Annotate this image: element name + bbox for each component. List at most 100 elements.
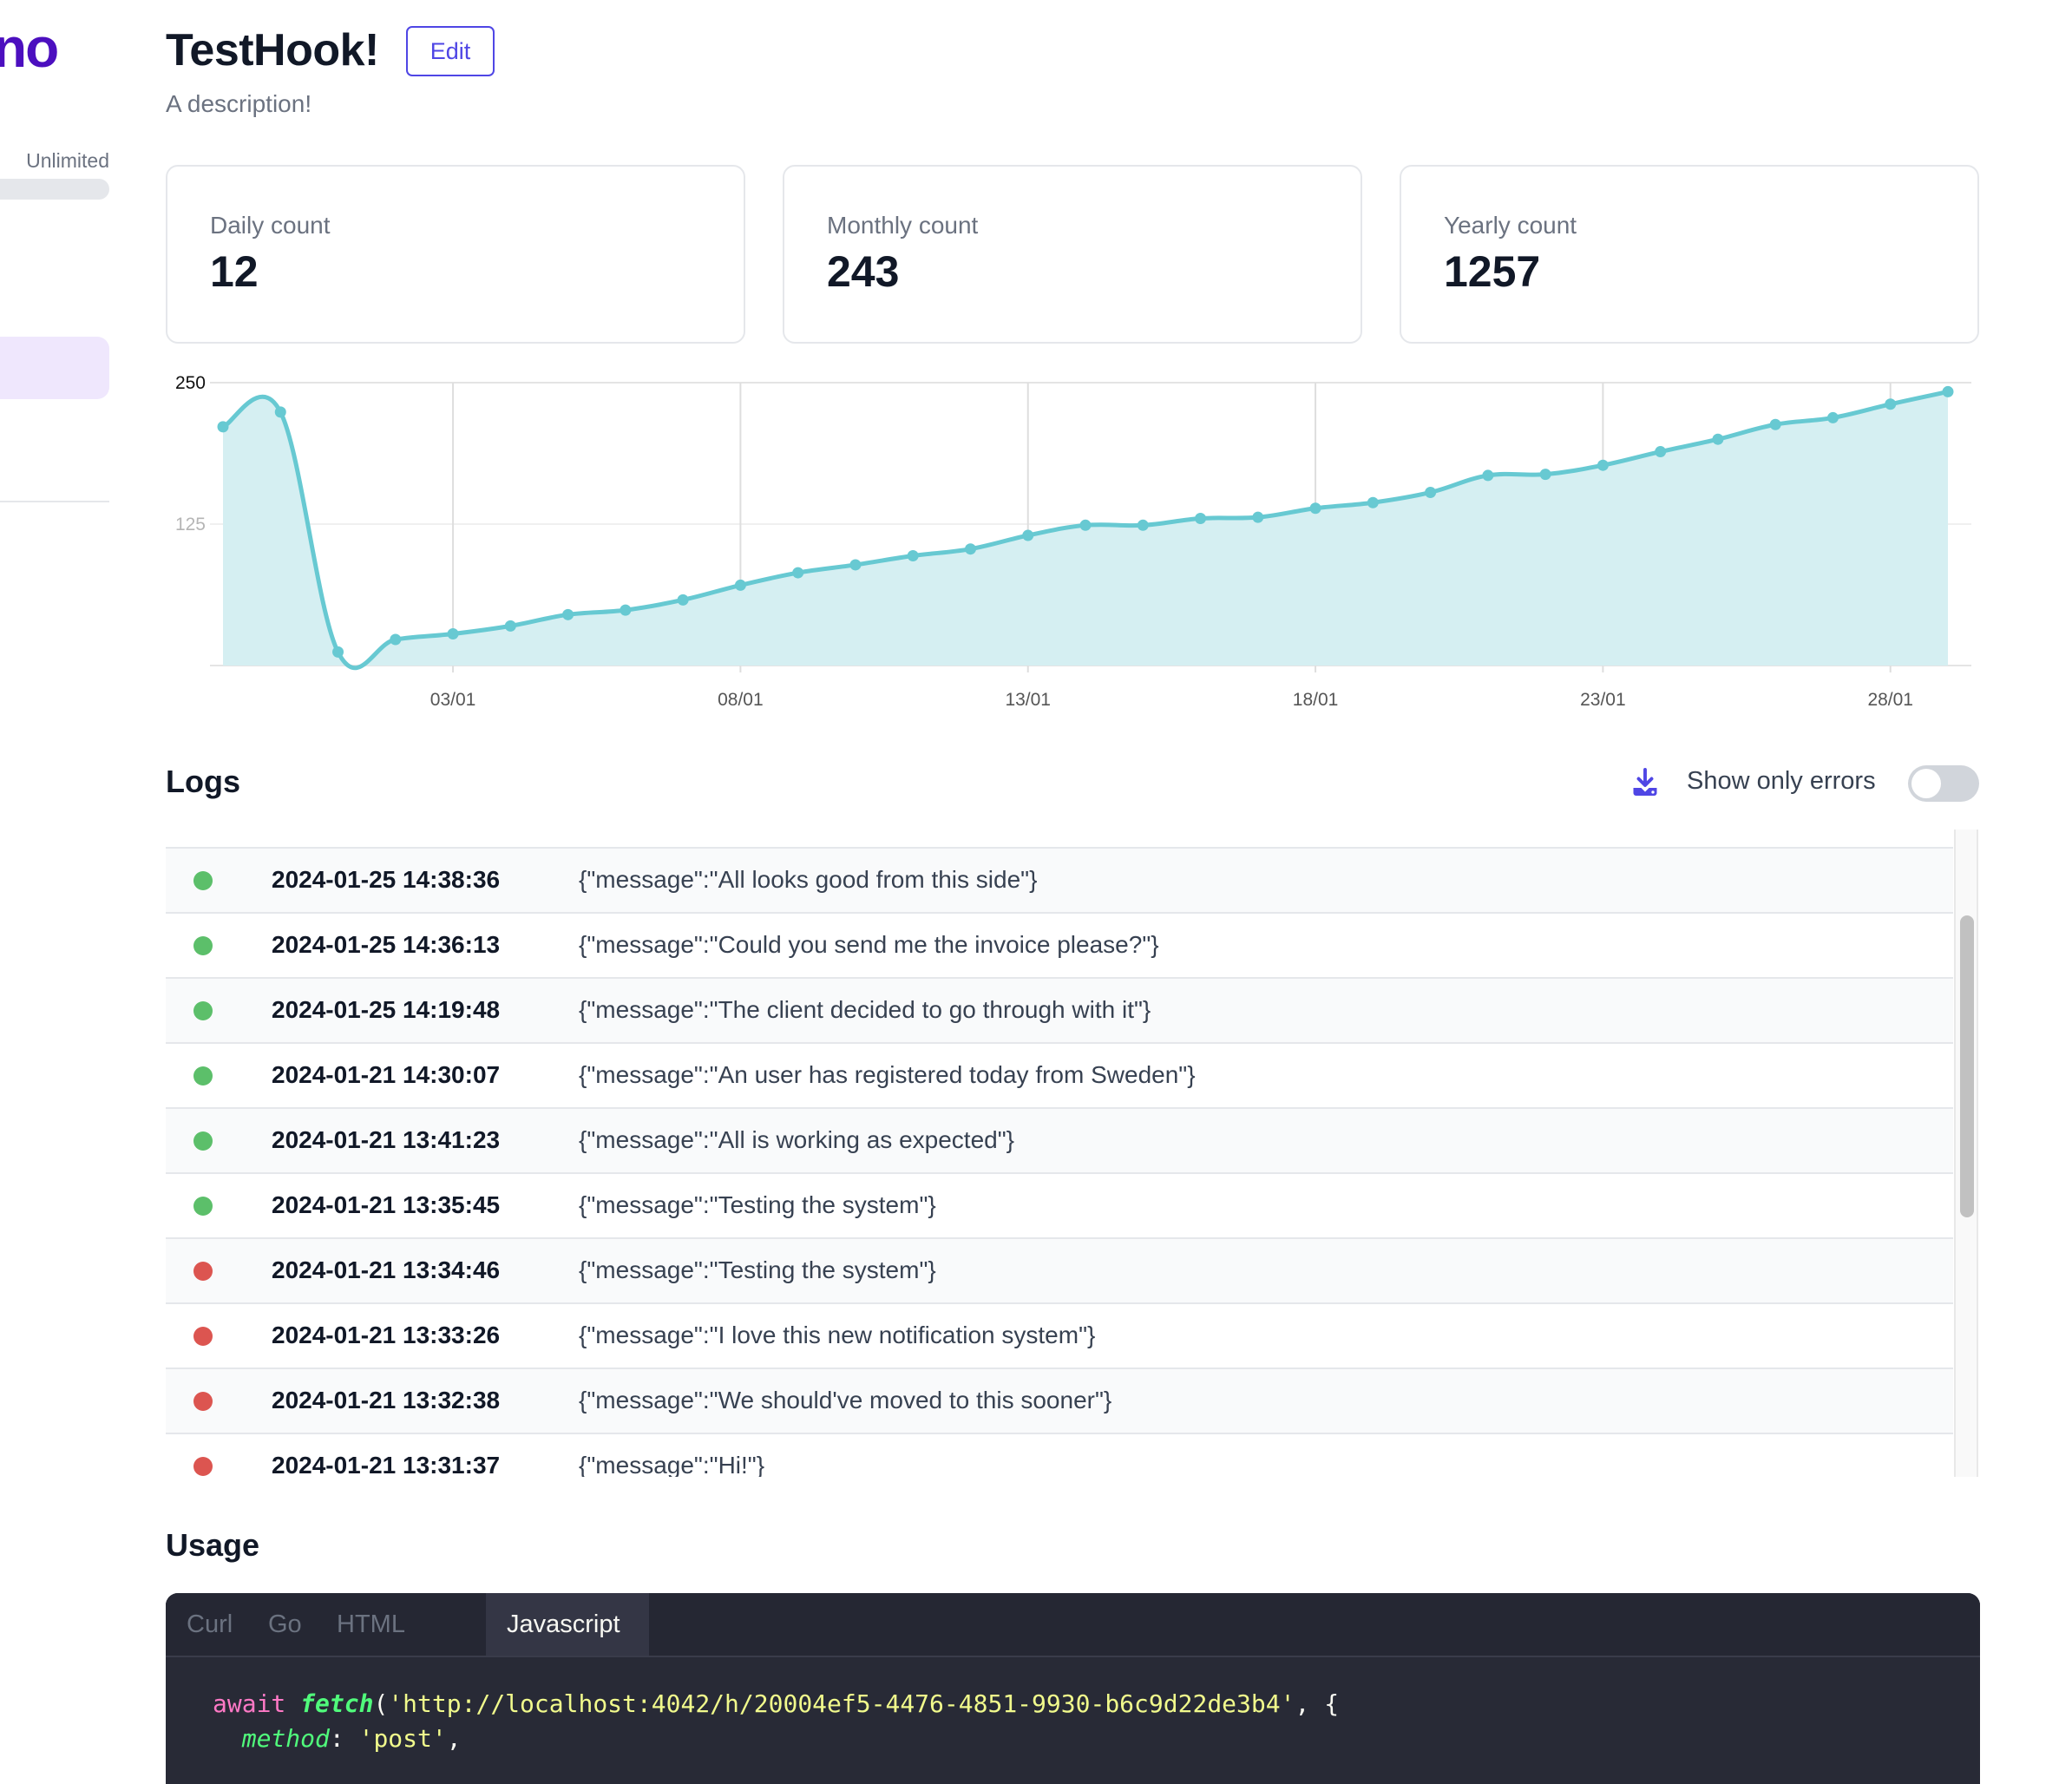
log-timestamp: 2024-01-25 14:38:36 bbox=[272, 866, 501, 893]
status-ok-icon bbox=[193, 1197, 213, 1216]
logs-heading: Logs bbox=[166, 764, 240, 799]
log-message: {"message":"All looks good from this sid… bbox=[579, 866, 1038, 893]
chart-point[interactable] bbox=[1425, 486, 1437, 498]
chart-point[interactable] bbox=[734, 579, 746, 591]
chart-point[interactable] bbox=[274, 406, 286, 418]
log-message: {"message":"All is working as expected"} bbox=[579, 1126, 1015, 1153]
status-error-icon bbox=[193, 1457, 213, 1476]
code-punct: , bbox=[446, 1724, 462, 1753]
chart-point[interactable] bbox=[620, 604, 632, 616]
chart-point[interactable] bbox=[1712, 433, 1724, 445]
chart-xtick-label: 03/01 bbox=[430, 690, 476, 710]
tab-curl[interactable]: Curl bbox=[166, 1593, 253, 1656]
code-keyword: await bbox=[213, 1689, 286, 1718]
log-row[interactable]: 2024-01-21 14:30:07 {"message":"An user h… bbox=[166, 1042, 1953, 1107]
chart-point[interactable] bbox=[1022, 529, 1034, 541]
log-timestamp: 2024-01-21 13:41:23 bbox=[272, 1126, 501, 1153]
log-row[interactable]: 2024-01-21 13:33:26 {"message":"I love th… bbox=[166, 1302, 1953, 1368]
code-string: 'post' bbox=[358, 1724, 447, 1753]
log-timestamp: 2024-01-21 13:35:45 bbox=[272, 1191, 501, 1218]
chart-point[interactable] bbox=[562, 608, 574, 620]
chart-ytick-label: 125 bbox=[175, 515, 206, 535]
log-row[interactable]: 2024-01-25 14:38:36 {"message":"All looks… bbox=[166, 847, 1953, 912]
chart-point[interactable] bbox=[1252, 511, 1264, 523]
log-message: {"message":"Could you send me the invoic… bbox=[579, 931, 1159, 958]
code-function: fetch bbox=[300, 1689, 374, 1718]
chart-point[interactable] bbox=[964, 543, 976, 555]
log-message: {"message":"The client decided to go thr… bbox=[579, 996, 1151, 1023]
chart-point[interactable] bbox=[217, 421, 229, 433]
code-snippet: await fetch('http://localhost:4042/h/200… bbox=[213, 1689, 1340, 1753]
scrollbar-thumb[interactable] bbox=[1960, 915, 1974, 1217]
chart-point[interactable] bbox=[1597, 459, 1609, 471]
show-only-errors-toggle[interactable] bbox=[1908, 765, 1979, 802]
log-message: {"message":"We should've moved to this s… bbox=[579, 1387, 1112, 1413]
log-row[interactable]: 2024-01-21 13:41:23 {"message":"All is wo… bbox=[166, 1107, 1953, 1172]
chart-xtick-label: 18/01 bbox=[1293, 690, 1339, 710]
usage-heading: Usage bbox=[166, 1527, 260, 1563]
chart-xtick-label: 28/01 bbox=[1867, 690, 1913, 710]
status-ok-icon bbox=[193, 1066, 213, 1085]
tab-javascript[interactable]: Javascript bbox=[486, 1593, 649, 1656]
chart-point[interactable] bbox=[390, 633, 402, 646]
log-timestamp: 2024-01-21 13:33:26 bbox=[272, 1322, 501, 1348]
chart-point[interactable] bbox=[504, 620, 516, 632]
log-timestamp: 2024-01-21 13:34:46 bbox=[272, 1256, 501, 1283]
status-ok-icon bbox=[193, 1131, 213, 1151]
log-row[interactable]: 2024-01-21 13:31:37 {"message":"Hi!"} bbox=[166, 1433, 1953, 1477]
chart-point[interactable] bbox=[1137, 519, 1149, 531]
usage-code-panel: Curl Go HTML Javascript await fetch('htt… bbox=[166, 1593, 1980, 1784]
chart-point[interactable] bbox=[1309, 502, 1321, 515]
chart-point[interactable] bbox=[792, 567, 804, 579]
chart-point[interactable] bbox=[1539, 469, 1551, 481]
code-url: 'http://localhost:4042/h/20004ef5-4476-4… bbox=[388, 1689, 1295, 1718]
chart-point[interactable] bbox=[1885, 398, 1897, 410]
log-message: {"message":"I love this new notification… bbox=[579, 1322, 1096, 1348]
log-message: {"message":"An user has registered today… bbox=[579, 1061, 1196, 1088]
tab-go[interactable]: Go bbox=[247, 1593, 323, 1656]
chart-point[interactable] bbox=[907, 550, 919, 562]
chart-point[interactable] bbox=[1826, 411, 1839, 423]
log-row[interactable]: 2024-01-21 13:32:38 {"message":"We should… bbox=[166, 1368, 1953, 1433]
log-timestamp: 2024-01-25 14:19:48 bbox=[272, 996, 501, 1023]
log-row[interactable]: 2024-01-21 13:35:45 {"message":"Testing t… bbox=[166, 1172, 1953, 1237]
status-error-icon bbox=[193, 1392, 213, 1411]
status-ok-icon bbox=[193, 871, 213, 890]
status-ok-icon bbox=[193, 1001, 213, 1020]
chart-point[interactable] bbox=[1482, 469, 1494, 482]
chart-ytick-label: 250 bbox=[175, 373, 206, 393]
code-property: method bbox=[241, 1724, 330, 1753]
log-message: {"message":"Testing the system"} bbox=[579, 1256, 936, 1283]
show-only-errors-label: Show only errors bbox=[1687, 767, 1876, 795]
status-error-icon bbox=[193, 1262, 213, 1281]
language-tabs: Curl Go HTML Javascript bbox=[166, 1593, 1980, 1657]
chart-xtick-label: 23/01 bbox=[1580, 690, 1626, 710]
code-punct: , { bbox=[1295, 1689, 1340, 1718]
logs-list: 2024-01-25 14:38:36 {"message":"All looks… bbox=[166, 830, 1980, 1477]
chart-point[interactable] bbox=[1195, 512, 1207, 524]
chart-xtick-label: 13/01 bbox=[1005, 690, 1051, 710]
chart-point[interactable] bbox=[849, 559, 862, 571]
log-row[interactable]: 2024-01-21 13:34:46 {"message":"Testing t… bbox=[166, 1237, 1953, 1302]
chart-point[interactable] bbox=[1942, 385, 1954, 397]
chart-point[interactable] bbox=[447, 627, 459, 639]
log-message: {"message":"Testing the system"} bbox=[579, 1191, 936, 1218]
chart-point[interactable] bbox=[332, 646, 344, 658]
logs-scrollbar[interactable] bbox=[1954, 830, 1978, 1477]
log-timestamp: 2024-01-21 13:31:37 bbox=[272, 1452, 501, 1477]
log-row[interactable]: 2024-01-25 14:36:13 {"message":"Could you… bbox=[166, 912, 1953, 977]
chart-point[interactable] bbox=[1079, 519, 1092, 531]
chart-xtick-label: 08/01 bbox=[718, 690, 764, 710]
log-message: {"message":"Hi!"} bbox=[579, 1452, 765, 1477]
toggle-knob bbox=[1911, 769, 1941, 798]
log-row[interactable]: 2024-01-25 14:19:48 {"message":"The clien… bbox=[166, 977, 1953, 1042]
log-timestamp: 2024-01-21 14:30:07 bbox=[272, 1061, 501, 1088]
log-timestamp: 2024-01-21 13:32:38 bbox=[272, 1387, 501, 1413]
log-timestamp: 2024-01-25 14:36:13 bbox=[272, 931, 501, 958]
tab-html[interactable]: HTML bbox=[316, 1593, 426, 1656]
chart-point[interactable] bbox=[1367, 496, 1379, 508]
chart-point[interactable] bbox=[1769, 418, 1781, 430]
download-icon[interactable] bbox=[1629, 767, 1661, 798]
chart-point[interactable] bbox=[1655, 446, 1667, 458]
chart-point[interactable] bbox=[677, 594, 689, 606]
